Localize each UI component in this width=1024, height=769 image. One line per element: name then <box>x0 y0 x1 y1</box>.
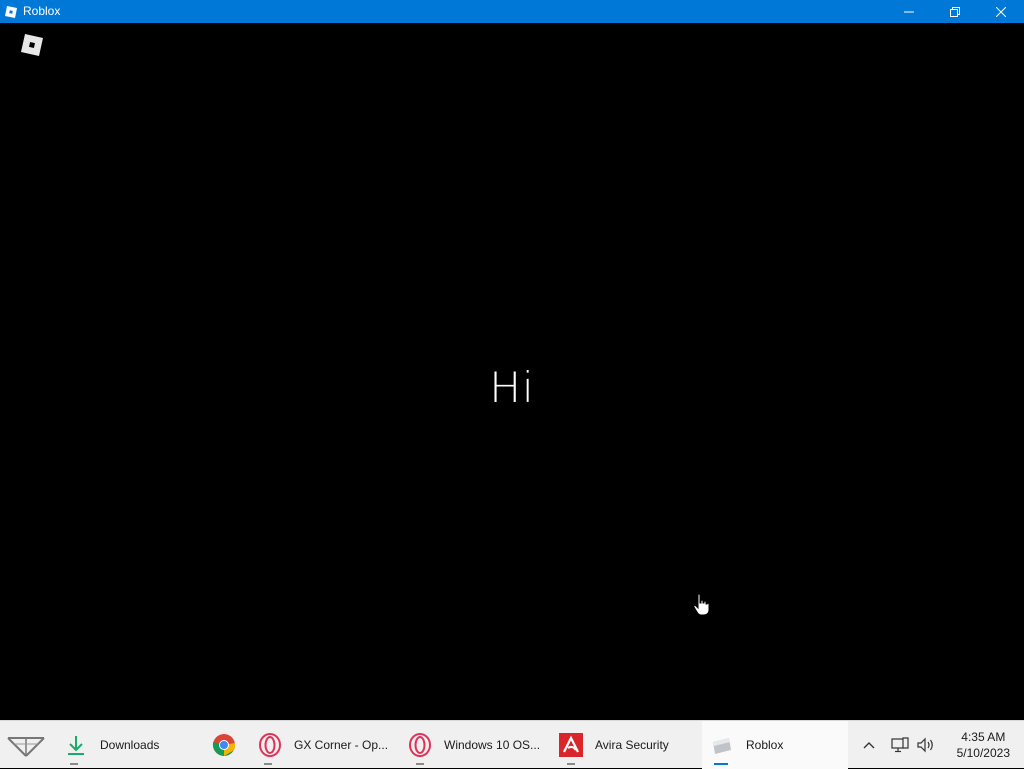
taskbar-item-avira[interactable]: Avira Security <box>555 721 695 769</box>
minimize-button[interactable] <box>886 0 932 23</box>
close-icon <box>996 6 1006 17</box>
taskbar-item-indicator <box>567 763 575 765</box>
restore-icon <box>950 6 960 17</box>
taskbar-item-indicator <box>714 763 728 765</box>
start-button[interactable] <box>0 721 52 769</box>
taskbar: Downloads GX Corner - Op... Windows 10 O… <box>0 720 1024 769</box>
volume-button[interactable] <box>914 721 938 769</box>
taskbar-item-indicator <box>70 763 78 765</box>
hand-cursor-icon <box>693 593 711 617</box>
taskbar-item-label: Avira Security <box>595 738 669 752</box>
taskbar-item-chrome[interactable] <box>208 721 242 769</box>
close-button[interactable] <box>978 0 1024 23</box>
clock-date: 5/10/2023 <box>956 746 1010 760</box>
minimize-icon <box>904 11 914 12</box>
greeting-text: Hi <box>489 363 535 412</box>
show-hidden-icons-button[interactable] <box>858 721 880 769</box>
taskbar-item-windows-10[interactable]: Windows 10 OS... <box>404 721 544 769</box>
chrome-icon <box>212 733 236 757</box>
taskbar-item-indicator <box>416 763 424 765</box>
roblox-client-area[interactable]: Hi <box>0 23 1024 720</box>
window-titlebar[interactable]: Roblox <box>0 0 1024 23</box>
taskbar-item-indicator <box>264 763 272 765</box>
opera-icon <box>408 733 432 757</box>
roblox-icon <box>4 5 18 19</box>
start-logo-icon <box>7 737 45 757</box>
taskbar-clock[interactable]: 4:35 AM 5/10/2023 <box>957 729 1010 761</box>
restore-button[interactable] <box>932 0 978 23</box>
taskbar-item-downloads[interactable]: Downloads <box>60 721 196 769</box>
download-arrow-icon <box>64 733 88 757</box>
taskbar-item-label: GX Corner - Op... <box>294 738 389 752</box>
taskbar-item-label: Downloads <box>100 738 160 752</box>
roblox-logo-icon[interactable] <box>20 33 44 57</box>
window-title: Roblox <box>23 4 61 18</box>
chevron-up-icon <box>863 742 875 749</box>
speaker-icon <box>917 737 933 753</box>
taskbar-item-label: Roblox <box>746 738 784 752</box>
roblox-icon <box>710 733 734 757</box>
taskbar-item-gx-corner[interactable]: GX Corner - Op... <box>254 721 394 769</box>
taskbar-item-label: Windows 10 OS... <box>444 738 541 752</box>
opera-gx-icon <box>258 733 282 757</box>
clock-time: 4:35 AM <box>961 730 1006 744</box>
network-icon <box>891 737 909 753</box>
network-button[interactable] <box>888 721 912 769</box>
avira-icon <box>559 733 583 757</box>
taskbar-item-roblox[interactable]: Roblox <box>702 721 848 769</box>
